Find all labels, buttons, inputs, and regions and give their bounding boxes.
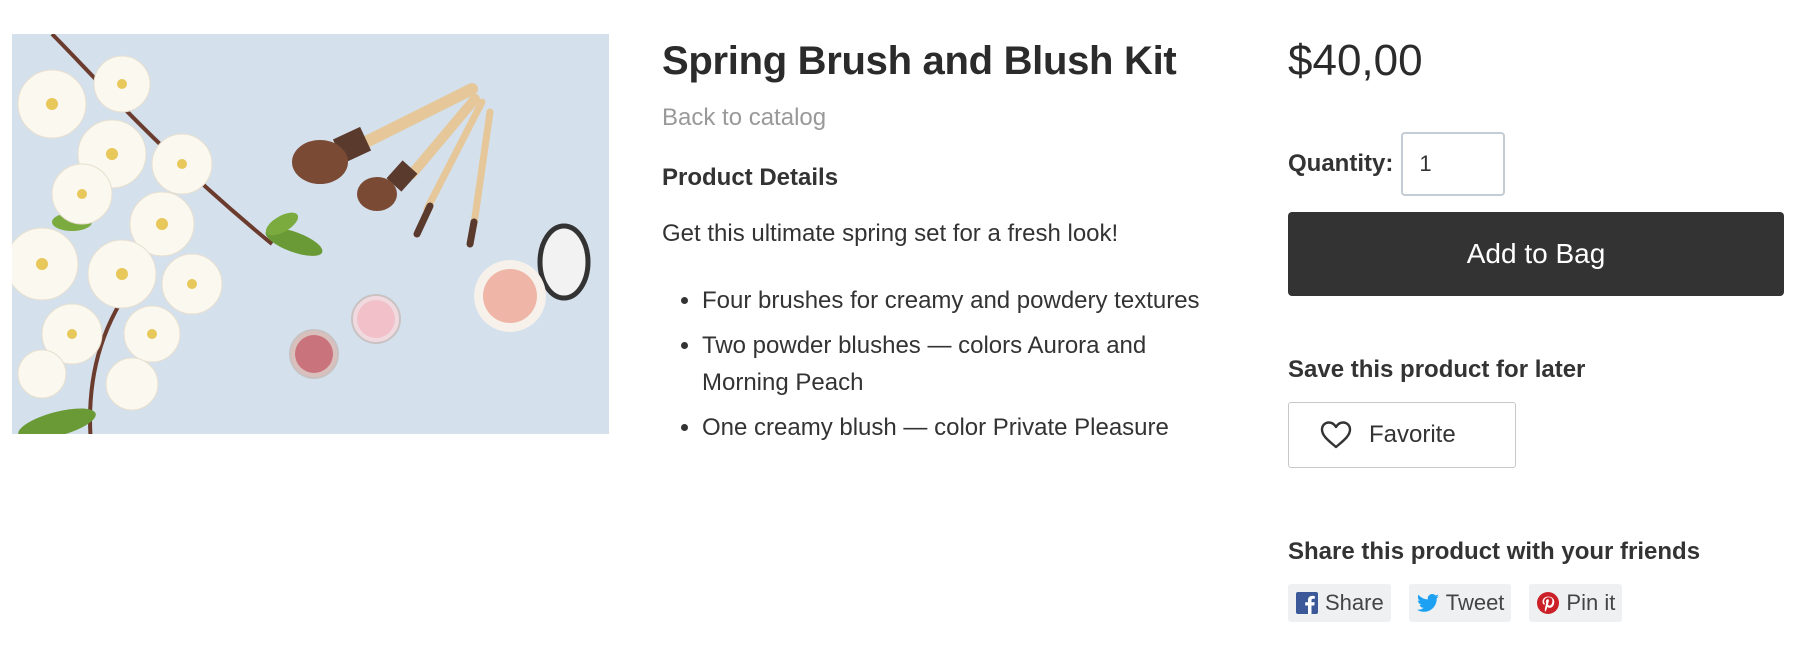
twitter-icon bbox=[1416, 594, 1439, 612]
product-image bbox=[12, 34, 609, 434]
quantity-row: Quantity: bbox=[1288, 132, 1784, 196]
share-buttons: Share Tweet Pin it bbox=[1288, 584, 1784, 622]
add-to-bag-button[interactable]: Add to Bag bbox=[1288, 212, 1784, 296]
save-heading: Save this product for later bbox=[1288, 356, 1586, 383]
product-title: Spring Brush and Blush Kit bbox=[662, 39, 1177, 83]
product-details: Spring Brush and Blush Kit Back to catal… bbox=[662, 34, 1222, 454]
product-price: $40,00 bbox=[1288, 36, 1423, 85]
share-heading: Share this product with your friends bbox=[1288, 538, 1701, 565]
pinterest-pin-button[interactable]: Pin it bbox=[1529, 584, 1623, 622]
twitter-tweet-button[interactable]: Tweet bbox=[1408, 584, 1512, 622]
pin-it-label: Pin it bbox=[1566, 590, 1616, 615]
favorite-button[interactable]: Favorite bbox=[1288, 402, 1516, 468]
product-intro: Get this ultimate spring set for a fresh… bbox=[662, 220, 1119, 247]
product-photo bbox=[12, 34, 609, 434]
favorite-label: Favorite bbox=[1369, 421, 1456, 448]
heart-icon bbox=[1320, 421, 1352, 449]
share-label: Share bbox=[1325, 590, 1384, 615]
facebook-share-button[interactable]: Share bbox=[1288, 584, 1391, 622]
list-item: One creamy blush — color Private Pleasur… bbox=[702, 409, 1222, 446]
product-details-heading: Product Details bbox=[662, 164, 839, 191]
quantity-input[interactable] bbox=[1401, 132, 1506, 196]
list-item: Four brushes for creamy and powdery text… bbox=[702, 282, 1222, 319]
back-to-catalog-link[interactable]: Back to catalog bbox=[662, 104, 826, 132]
purchase-panel: $40,00 Quantity: Add to Bag Save this pr… bbox=[1288, 34, 1784, 622]
list-item: Two powder blushes — colors Aurora and M… bbox=[702, 327, 1222, 401]
facebook-icon bbox=[1296, 592, 1318, 614]
pinterest-icon bbox=[1537, 592, 1560, 614]
feature-list: Four brushes for creamy and powdery text… bbox=[662, 282, 1222, 446]
tweet-label: Tweet bbox=[1445, 590, 1505, 615]
quantity-label: Quantity: bbox=[1288, 150, 1394, 177]
